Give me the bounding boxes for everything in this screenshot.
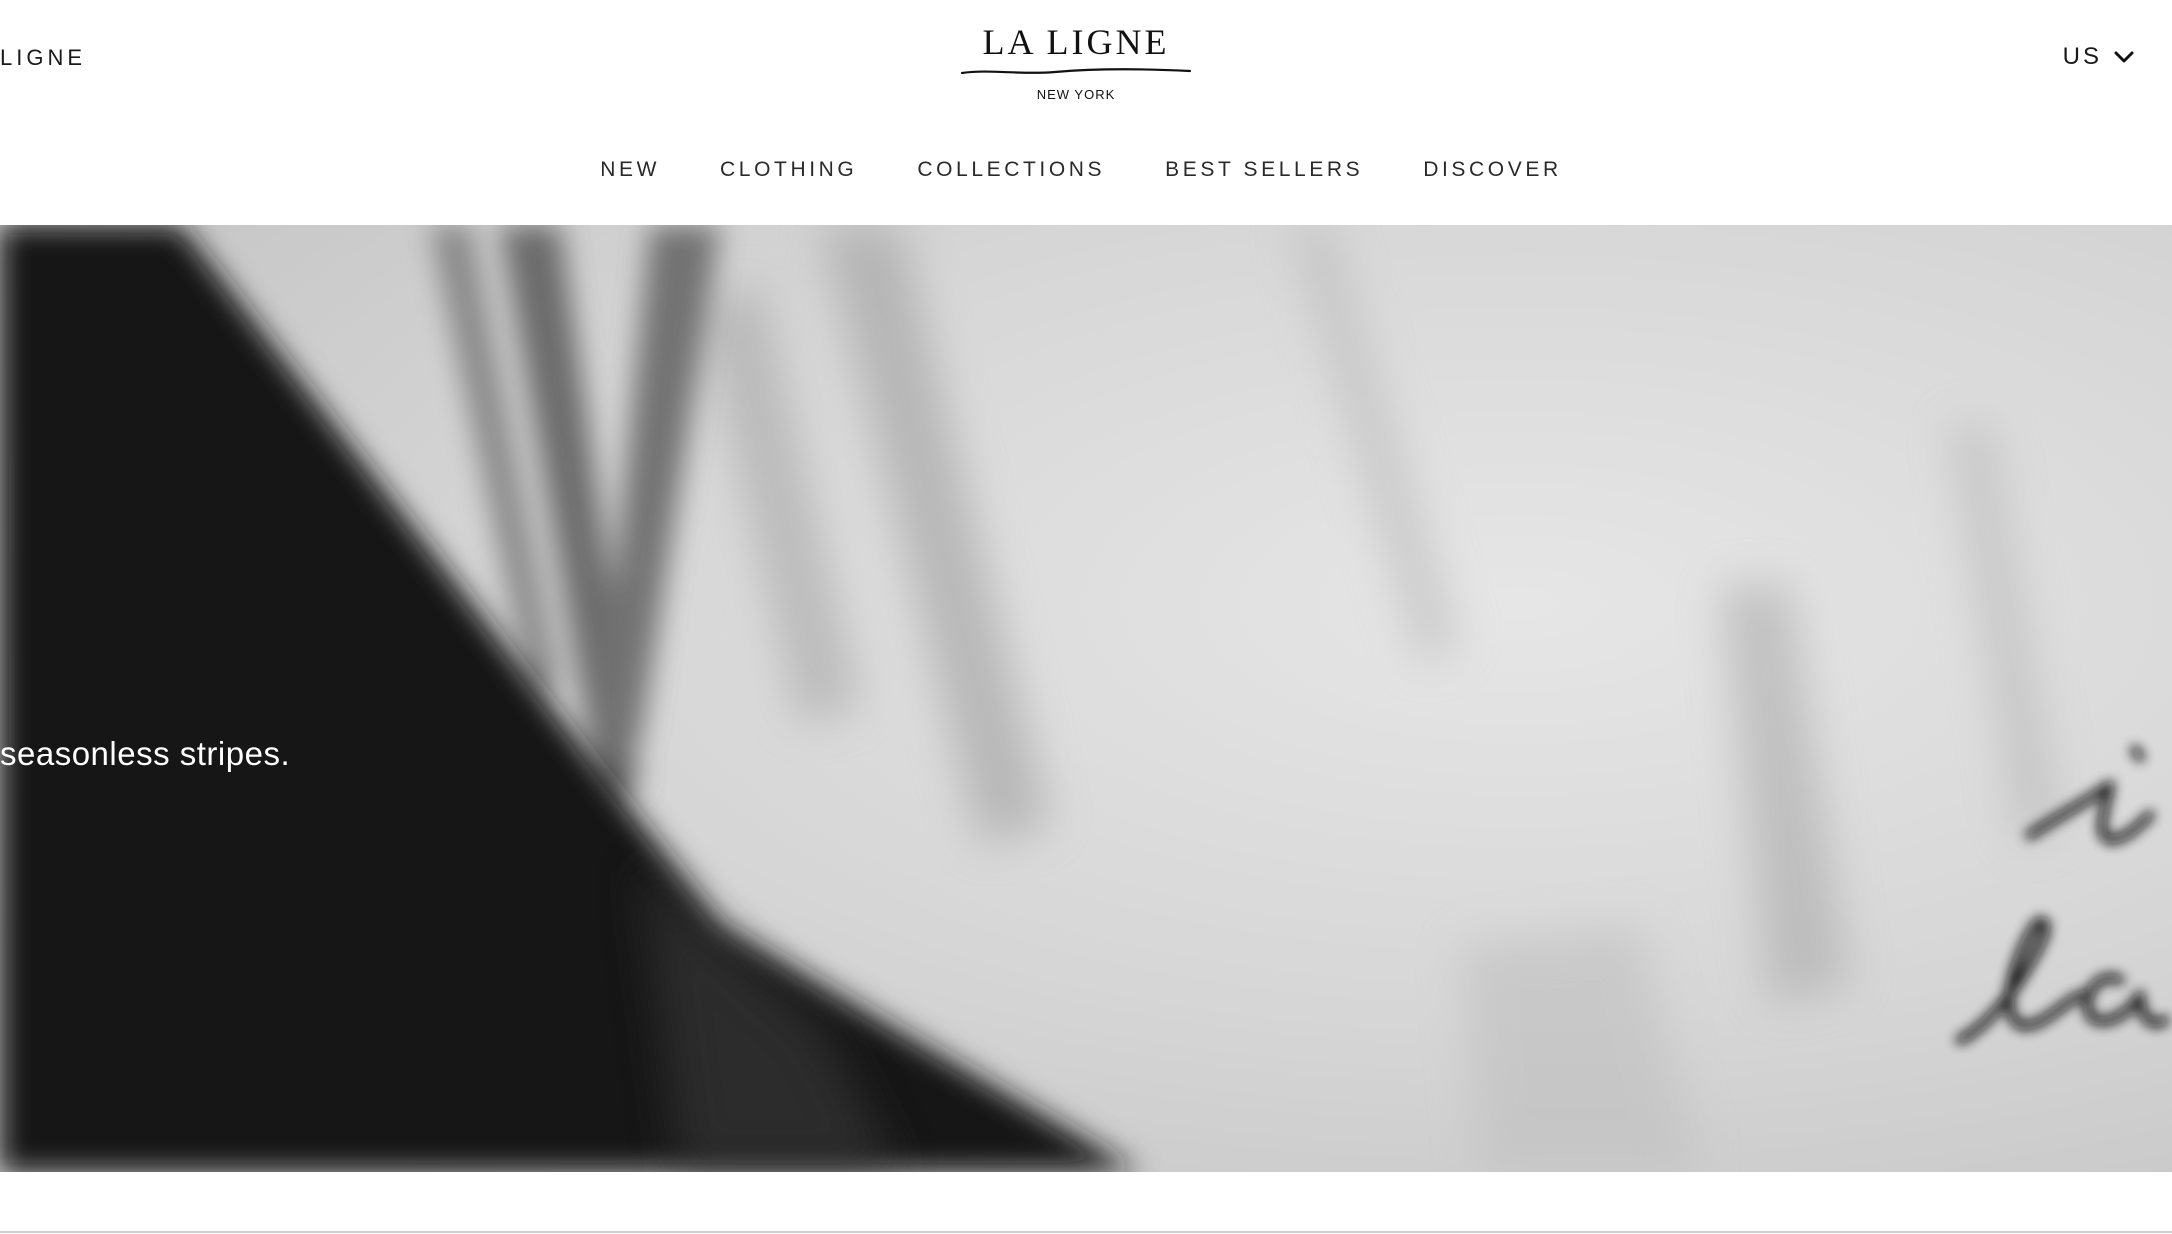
nav-item-new[interactable]: NEW	[600, 158, 660, 182]
nav-item-clothing[interactable]: CLOTHING	[720, 158, 857, 182]
hero-image	[0, 225, 2172, 1172]
main-navigation: NEW CLOTHING COLLECTIONS BEST SELLERS DI…	[0, 158, 2172, 182]
section-divider	[0, 1231, 2172, 1233]
below-hero-area	[0, 1172, 2172, 1234]
left-nav-link[interactable]: LIGNE	[0, 45, 86, 71]
hero-banner[interactable]: seasonless stripes.	[0, 225, 2172, 1172]
nav-item-best-sellers[interactable]: BEST SELLERS	[1165, 158, 1363, 182]
site-header: LIGNE LA LIGNE NEW YORK US NEW CLOTHING …	[0, 0, 2172, 225]
logo-subtitle: NEW YORK	[1036, 87, 1116, 102]
logo-underline-swash	[960, 68, 1192, 75]
brand-logo[interactable]: LA LIGNE NEW YORK	[960, 22, 1192, 117]
region-label: US	[2062, 43, 2102, 70]
nav-item-collections[interactable]: COLLECTIONS	[917, 158, 1105, 182]
logo-wordmark: LA LIGNE	[982, 22, 1170, 62]
hero-caption: seasonless stripes.	[0, 735, 291, 772]
region-selector[interactable]: US	[2063, 42, 2134, 72]
page: LIGNE LA LIGNE NEW YORK US NEW CLOTHING …	[0, 0, 2172, 1234]
nav-item-discover[interactable]: DISCOVER	[1423, 158, 1562, 182]
chevron-down-icon	[2114, 51, 2134, 63]
